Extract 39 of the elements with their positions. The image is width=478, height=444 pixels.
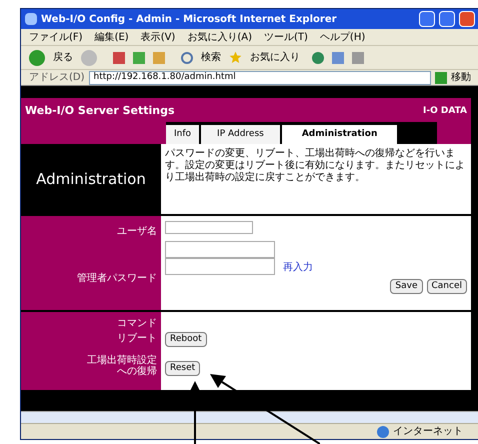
reboot-button[interactable]: Reboot <box>165 332 207 347</box>
command-name: 工場出荷時設定への復帰 <box>86 355 157 377</box>
nav-tab[interactable]: Administration <box>282 125 398 144</box>
back-button[interactable]: 戻る <box>53 50 73 65</box>
password-field[interactable] <box>165 241 275 258</box>
menu-item[interactable]: 編集(E) <box>94 30 129 44</box>
user-label: ユーザ名 <box>117 225 157 239</box>
menu-item[interactable]: ツール(T) <box>264 30 308 44</box>
go-button[interactable]: 移動 <box>451 70 471 85</box>
confirm-label: 再入力 <box>283 260 313 275</box>
reset-button[interactable]: Reset <box>165 361 200 376</box>
menu-item[interactable]: ヘルプ(H) <box>320 30 366 44</box>
header-title: Web-I/O Server Settings <box>25 103 175 120</box>
section-title: Administration <box>36 168 146 190</box>
header-brand: I-O DATA <box>422 104 467 118</box>
description-text: パスワードの変更、リブート、工場出荷時への復帰などを行います。設定の変更はリブート後に有効になります。またリセットにより工場出荷時の設定に戻すことができます。 <box>165 148 466 184</box>
favorites-button[interactable]: お気に入り <box>250 50 300 65</box>
maximize-button[interactable] <box>439 11 455 27</box>
star-icon[interactable] <box>229 51 242 64</box>
menu-item[interactable]: 表示(V) <box>140 30 176 44</box>
cancel-button[interactable]: Cancel <box>426 279 467 294</box>
menu-item[interactable]: お気に入り(A) <box>187 30 252 44</box>
command-label: コマンド <box>117 317 157 331</box>
close-button[interactable] <box>459 11 475 27</box>
minimize-button[interactable] <box>419 11 435 27</box>
status-zone: インターネット <box>393 425 463 439</box>
command-name: リブート <box>116 333 157 346</box>
address-field[interactable]: http://192.168.1.80/admin.html <box>88 70 431 84</box>
address-label: アドレス(D) <box>29 71 85 85</box>
menu-item[interactable]: ファイル(F) <box>29 30 83 44</box>
window-title: Web-I/O Config - Admin - Microsoft Internet Explorer <box>41 12 337 26</box>
search-button[interactable]: 検索 <box>201 50 221 65</box>
save-button[interactable]: Save <box>390 279 422 294</box>
nav-tab[interactable]: Info <box>166 125 200 144</box>
horizontal-scrollbar[interactable] <box>21 411 478 423</box>
confirm-password-field[interactable] <box>165 258 275 275</box>
username-field[interactable] <box>165 221 253 234</box>
nav-tab[interactable]: IP Address <box>201 125 280 144</box>
password-label: 管理者パスワード <box>77 272 157 286</box>
